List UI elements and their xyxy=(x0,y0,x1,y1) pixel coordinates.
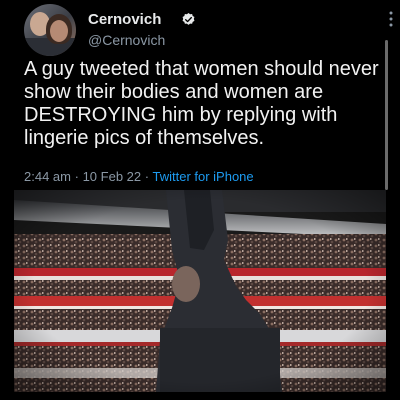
tweet-header: Cernovich @Cernovich xyxy=(24,2,393,56)
meta-separator: · xyxy=(144,169,150,184)
stadium-photo xyxy=(14,190,386,392)
more-options-icon[interactable] xyxy=(386,10,396,28)
scrollbar[interactable] xyxy=(385,40,388,190)
meta-separator: · xyxy=(74,169,79,184)
tweet-text: A guy tweeted that women should never sh… xyxy=(24,58,379,149)
tweet-media[interactable] xyxy=(14,190,386,392)
tweet-meta: 2:44 am · 10 Feb 22 · Twitter for iPhone xyxy=(24,169,254,184)
tweet-time[interactable]: 2:44 am xyxy=(24,169,71,184)
verified-badge-icon xyxy=(182,12,195,25)
tweet-source[interactable]: Twitter for iPhone xyxy=(152,169,253,184)
tweet-date[interactable]: 10 Feb 22 xyxy=(83,169,142,184)
display-name[interactable]: Cernovich xyxy=(88,11,161,28)
avatar[interactable] xyxy=(24,4,76,56)
user-handle[interactable]: @Cernovich xyxy=(88,32,165,48)
